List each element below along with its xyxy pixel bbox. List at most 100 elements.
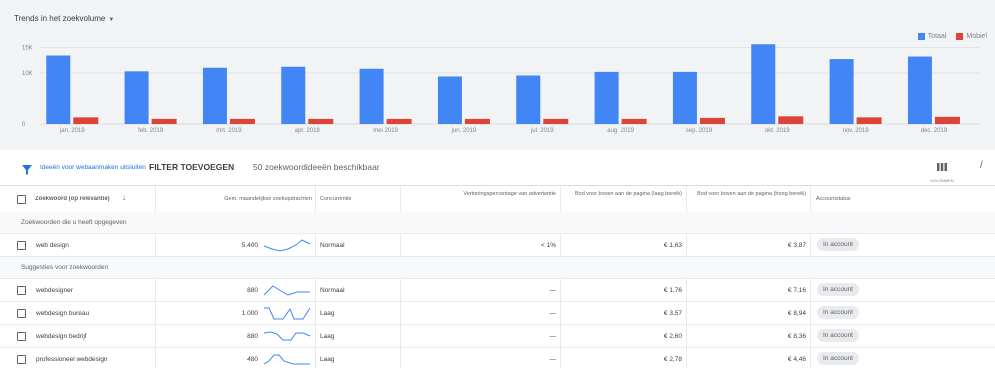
col-divider — [686, 279, 687, 301]
section-keyword-suggestions: Suggesties voor zoekwoorden — [0, 257, 995, 279]
x-tick-label: aug. 2019 — [607, 128, 634, 134]
bar-total — [202, 67, 227, 124]
impression-cell: — — [549, 356, 557, 363]
legend-item-mobile: Mobiel — [956, 33, 987, 40]
col-divider — [686, 325, 687, 347]
bar-total — [751, 44, 776, 125]
x-tick-label: apr. 2019 — [295, 128, 321, 134]
legend-item-total: Totaal — [917, 33, 946, 40]
col-divider — [315, 234, 316, 256]
col-divider — [810, 325, 811, 347]
volume-cell: 1.000 — [241, 310, 258, 317]
col-divider — [155, 325, 156, 347]
bar-total — [516, 75, 541, 124]
y-tick-label: 15K — [22, 45, 33, 51]
legend-label-mobile: Mobiel — [966, 33, 987, 40]
select-all-checkbox[interactable] — [17, 195, 26, 204]
x-tick-label: mrt. 2019 — [216, 128, 242, 134]
y-tick-label: 10K — [22, 71, 33, 77]
status-badge: In account — [817, 352, 859, 365]
bar-mobile — [308, 118, 334, 124]
col-divider — [686, 302, 687, 324]
col-divider — [400, 186, 401, 212]
keyword-cell: webdesigner — [36, 287, 73, 294]
expand-chevron-icon[interactable]: / — [980, 160, 983, 171]
sort-arrow-icon[interactable]: ↓ — [122, 194, 126, 201]
col-divider — [810, 279, 811, 301]
col-divider — [810, 234, 811, 256]
trend-sparkline — [264, 307, 311, 320]
row-checkbox[interactable] — [17, 286, 26, 295]
row-checkbox[interactable] — [17, 241, 26, 250]
competition-cell: Laag — [320, 333, 335, 340]
trend-sparkline — [263, 354, 310, 365]
table-row[interactable]: web design 5.400 Normaal < 1% € 1,63 € 3… — [0, 234, 995, 257]
columns-icon — [937, 163, 947, 171]
header-account-status[interactable]: Accountstatus — [816, 196, 851, 203]
col-divider — [155, 186, 156, 212]
x-tick-label: jun. 2019 — [451, 128, 477, 134]
keyword-count: 50 zoekwoordideeën beschikbaar — [253, 162, 380, 172]
legend-swatch-mobile — [956, 33, 964, 40]
col-divider — [155, 302, 156, 324]
header-bid-high[interactable]: Bod voor boven aan de pagina (hoog berei… — [690, 191, 806, 198]
bid-low-cell: € 1,63 — [663, 242, 682, 249]
columns-label: KOLOMMEN — [930, 178, 954, 183]
status-badge: In account — [817, 329, 859, 342]
table-row[interactable]: webdesign bedrijf 880 Laag — € 2,60 € 8,… — [0, 325, 995, 348]
search-volume-chart-panel: 15K 10K 0 jan. 2019 feb. 2019 mrt. 2019 apr. 2… — [0, 0, 995, 150]
bid-high-cell: € 4,46 — [787, 356, 806, 363]
header-impression-share[interactable]: Vertoningspercentage van advertentie — [460, 191, 556, 198]
col-divider — [315, 348, 316, 368]
header-competition[interactable]: Concurrentie — [320, 196, 352, 203]
col-divider — [155, 234, 156, 256]
x-tick-label: nov. 2019 — [843, 128, 870, 134]
bar-mobile — [699, 117, 725, 124]
col-divider — [400, 348, 401, 368]
bar-mobile — [229, 118, 255, 124]
legend-swatch-total — [917, 33, 925, 40]
trend-dropdown[interactable]: Trends in het zoekvolume ▼ — [14, 14, 114, 23]
header-bid-low[interactable]: Bod voor boven aan de pagina (laag berei… — [568, 191, 682, 198]
bid-high-cell: € 8,94 — [787, 310, 806, 317]
status-badge: In account — [817, 283, 859, 296]
volume-cell: 480 — [247, 356, 258, 363]
col-divider — [560, 234, 561, 256]
x-tick-label: feb. 2019 — [138, 128, 164, 134]
competition-cell: Normaal — [320, 287, 345, 294]
col-divider — [810, 186, 811, 212]
table-row[interactable]: webdesign bureau 1.000 Laag — € 3,57 € 8… — [0, 302, 995, 325]
table-row[interactable]: professioneel webdesign 480 Laag — € 2,7… — [0, 348, 995, 368]
col-divider — [686, 348, 687, 368]
bar-total — [829, 59, 854, 124]
bar-mobile — [934, 116, 960, 124]
row-checkbox[interactable] — [17, 309, 26, 318]
exclude-adult-ideas-link[interactable]: Ideeën voor webaanmaken uitsluiten — [40, 164, 146, 171]
add-filter-button[interactable]: FILTER TOEVOEGEN — [149, 162, 234, 172]
x-tick-label: dec. 2019 — [921, 128, 948, 134]
x-tick-label: okt. 2019 — [765, 128, 790, 134]
bar-mobile — [73, 117, 99, 124]
table-row[interactable]: webdesigner 880 Normaal — € 1,76 € 7,16 … — [0, 279, 995, 302]
impression-cell: — — [549, 333, 557, 340]
col-divider — [686, 234, 687, 256]
header-volume[interactable]: Gem. maandelijkse zoekopdrachten — [157, 196, 312, 203]
bar-mobile — [778, 116, 804, 124]
x-tick-label: sep. 2019 — [686, 128, 713, 134]
row-checkbox[interactable] — [17, 355, 26, 364]
bar-mobile — [386, 118, 412, 124]
x-tick-label: jul. 2019 — [530, 128, 554, 134]
columns-button[interactable]: KOLOMMEN — [930, 158, 954, 183]
bar-total — [359, 68, 384, 124]
filter-icon[interactable] — [22, 162, 32, 180]
keyword-cell: professioneel webdesign — [36, 356, 108, 363]
volume-cell: 880 — [247, 333, 258, 340]
chart-legend: Totaal Mobiel — [917, 33, 987, 40]
row-checkbox[interactable] — [17, 332, 26, 341]
bar-total — [907, 56, 932, 124]
bid-high-cell: € 8,36 — [787, 333, 806, 340]
competition-cell: Normaal — [320, 242, 345, 249]
header-keyword[interactable]: Zoekwoord (op relevantie) — [35, 196, 110, 203]
bar-mobile — [151, 118, 177, 124]
col-divider — [560, 186, 561, 212]
